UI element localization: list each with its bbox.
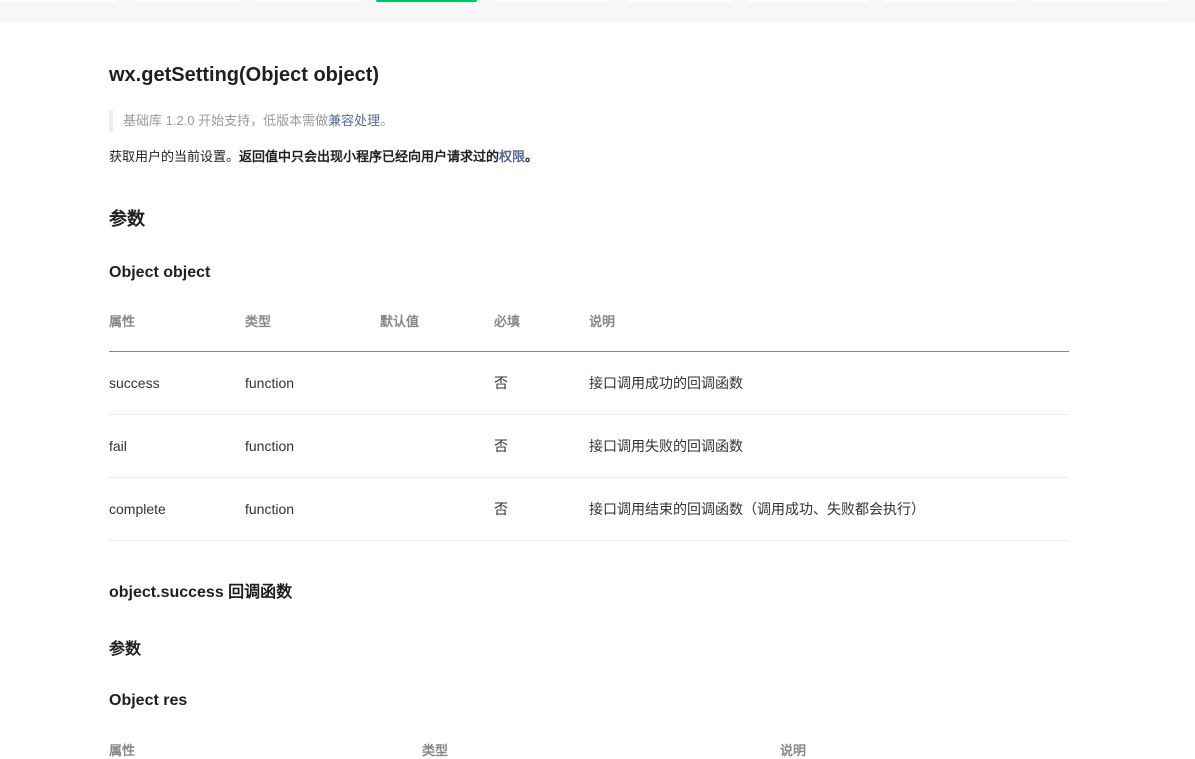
desc-plain: 获取用户的当前设置。	[109, 149, 240, 164]
cell-type: function	[245, 414, 380, 478]
cell-description: 接口调用失败的回调函数	[589, 414, 1069, 478]
support-note: 基础库 1.2.0 开始支持，低版本需做兼容处理。	[109, 110, 393, 132]
nav-tab-active[interactable]	[376, 0, 477, 2]
table-row: success function 否 接口调用成功的回调函数	[109, 351, 1069, 415]
support-note-end: 。	[380, 113, 394, 128]
nav-tab-9[interactable]	[1034, 0, 1166, 2]
desc-end: 。	[525, 149, 539, 164]
nav-tab-3[interactable]	[256, 0, 358, 2]
nav-tab-6[interactable]	[628, 0, 731, 2]
api-description: 获取用户的当前设置。返回值中只会出现小程序已经向用户请求过的权限。	[109, 146, 538, 168]
success-params-heading: 参数	[109, 641, 142, 658]
cell-required: 否	[494, 351, 589, 415]
top-navigation	[0, 0, 1195, 22]
cell-required: 否	[494, 414, 589, 478]
success-callback-heading: object.success 回调函数	[109, 584, 293, 601]
table-header-row: 属性 类型 默认值 必填 说明	[109, 304, 1069, 352]
params-heading: 参数	[109, 209, 145, 229]
object-heading: Object object	[109, 264, 211, 281]
res-object-heading: Object res	[109, 692, 188, 709]
compat-link[interactable]: 兼容处理	[328, 113, 380, 128]
nav-tab-5[interactable]	[494, 0, 610, 2]
cell-description: 接口调用结束的回调函数（调用成功、失败都会执行）	[589, 477, 1069, 541]
header-required: 必填	[494, 304, 589, 352]
cell-default	[380, 477, 494, 541]
cell-description: 接口调用成功的回调函数	[589, 351, 1069, 415]
cell-required: 否	[494, 477, 589, 541]
cell-property: fail	[109, 414, 245, 478]
nav-tab-7[interactable]	[748, 0, 867, 2]
header-property: 属性	[109, 304, 245, 352]
nav-tab-8[interactable]	[884, 0, 1016, 2]
table-row: complete function 否 接口调用结束的回调函数（调用成功、失败都…	[109, 477, 1069, 541]
header-description: 说明	[589, 304, 1069, 352]
cell-type: function	[245, 477, 380, 541]
permission-link[interactable]: 权限	[499, 149, 525, 164]
header-default: 默认值	[380, 304, 494, 352]
res-header-property: 属性	[109, 743, 136, 758]
cell-property: complete	[109, 477, 245, 541]
desc-bold: 返回值中只会出现小程序已经向用户请求过的	[239, 149, 500, 164]
cell-type: function	[245, 351, 380, 415]
nav-tab-1[interactable]	[0, 0, 116, 2]
table-row: fail function 否 接口调用失败的回调函数	[109, 414, 1069, 478]
res-header-description: 说明	[780, 743, 807, 758]
nav-tab-2[interactable]	[136, 0, 238, 2]
params-table: 属性 类型 默认值 必填 说明 success function 否 接口调用成…	[109, 304, 1069, 541]
cell-default	[380, 414, 494, 478]
header-type: 类型	[245, 304, 380, 352]
cell-default	[380, 351, 494, 415]
page-title: wx.getSetting(Object object)	[109, 64, 380, 86]
cell-property: success	[109, 351, 245, 415]
support-note-text: 基础库 1.2.0 开始支持，低版本需做	[123, 113, 329, 128]
res-header-type: 类型	[422, 743, 449, 758]
